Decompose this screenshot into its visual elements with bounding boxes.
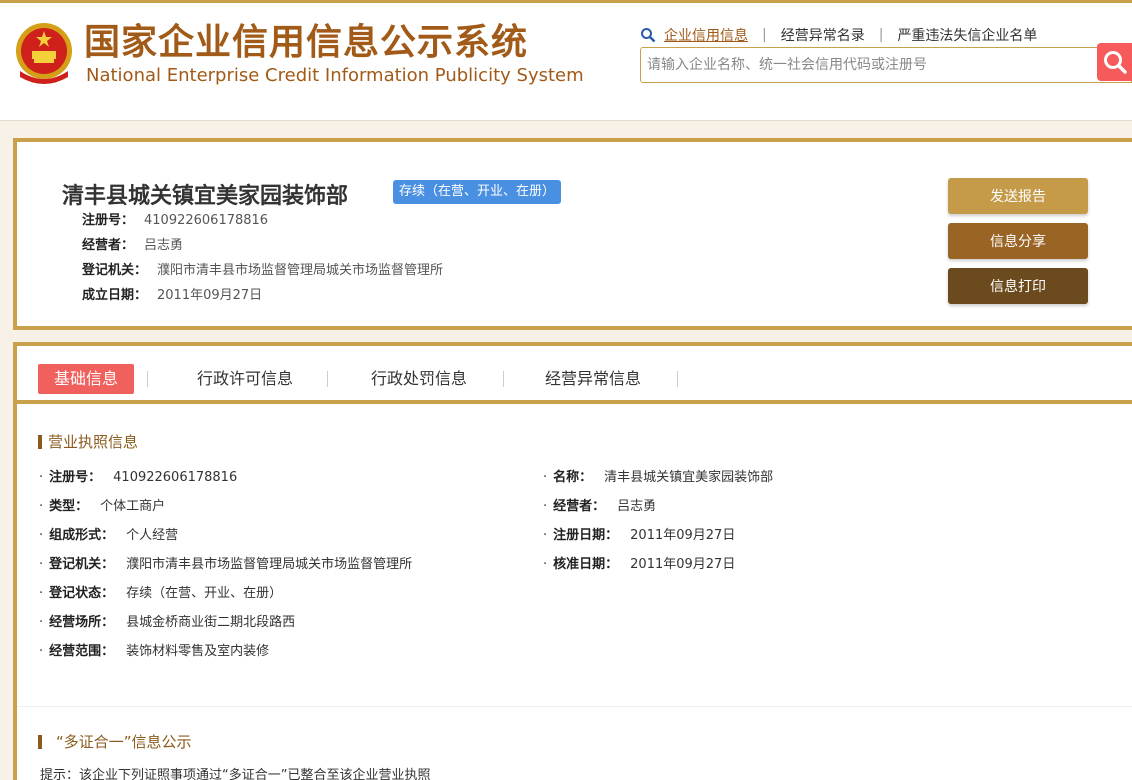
field-value: 410922606178816 [113,470,238,485]
field-value: 装饰材料零售及室内装修 [126,644,270,659]
summary-value: 濮阳市清丰县市场监督管理局城关市场监督管理所 [157,263,444,278]
nav-separator: | [762,27,767,43]
license-field: · 类型： 个体工商户 [39,498,165,516]
section-marker [38,435,42,449]
site-title-cn: 国家企业信用信息公示系统 [84,22,529,63]
bullet: · [39,528,44,543]
bullet: · [39,499,44,514]
license-field: · 登记机关： 濮阳市清丰县市场监督管理局城关市场监督管理所 [39,556,412,574]
header-nav: 企业信用信息 | 经营异常名录 | 严重违法失信企业名单 [640,25,1037,45]
summary-founded: 成立日期： 2011年09月27日 [82,287,262,305]
tab-separator [677,371,678,387]
multi-cert-note: 提示：该企业下列证照事项通过“多证合一”已整合至该企业营业执照 [40,768,431,780]
tab-admin-license[interactable]: 行政许可信息 [197,364,293,394]
field-value: 个体工商户 [100,499,166,514]
field-label: 注册号： [49,470,102,485]
summary-operator: 经营者： 吕志勇 [82,237,183,255]
tab-separator [503,371,504,387]
summary-value: 吕志勇 [144,238,184,253]
license-field: · 登记状态： 存续（在营、开业、在册） [39,585,282,603]
tab-admin-penalty[interactable]: 行政处罚信息 [371,364,467,394]
bullet: · [543,499,548,514]
share-info-button[interactable]: 信息分享 [948,223,1088,259]
field-label: 登记状态： [49,586,115,601]
field-label: 组成形式： [49,528,115,543]
summary-label: 登记机关： [82,263,148,278]
field-label: 核准日期： [553,557,619,572]
search-icon [641,28,656,43]
field-value: 存续（在营、开业、在册） [126,586,283,601]
license-field: · 组成形式： 个人经营 [39,527,178,545]
license-field: · 核准日期： 2011年09月27日 [543,556,735,574]
search-box [640,47,1132,83]
bullet: · [39,557,44,572]
field-value: 吕志勇 [617,499,657,514]
status-badge: 存续（在营、开业、在册） [393,180,562,204]
tab-basic-info[interactable]: 基础信息 [38,364,135,394]
field-label: 名称： [553,470,593,485]
summary-value: 2011年09月27日 [157,288,263,303]
section-divider [17,706,1132,707]
bullet: · [39,586,44,601]
nav-credit-info-link[interactable]: 企业信用信息 [664,25,748,45]
summary-label: 注册号： [82,213,135,228]
field-value: 个人经营 [126,528,179,543]
field-value: 2011年09月27日 [630,557,736,572]
section-marker [38,735,42,749]
bullet: · [39,470,44,485]
tab-abnormal-operation[interactable]: 经营异常信息 [545,364,641,394]
license-field: · 注册日期： 2011年09月27日 [543,527,735,545]
multi-cert-section-title: “多证合一”信息公示 [38,732,192,752]
field-value: 2011年09月27日 [630,528,736,543]
section-title-text: 营业执照信息 [48,433,139,451]
nav-blacklist-link[interactable]: 严重违法失信企业名单 [897,25,1037,45]
company-summary-card: 清丰县城关镇宜美家园装饰部 存续（在营、开业、在册） 注册号： 410922606… [13,138,1132,330]
field-value: 濮阳市清丰县市场监督管理局城关市场监督管理所 [126,557,413,572]
search-input[interactable] [641,48,1097,82]
company-name: 清丰县城关镇宜美家园装饰部 [62,184,349,209]
print-info-button[interactable]: 信息打印 [948,268,1088,304]
field-label: 经营场所： [49,615,115,630]
bullet: · [543,557,548,572]
nav-separator: | [878,27,884,43]
license-section-title: 营业执照信息 [38,432,138,452]
bullet: · [543,528,548,543]
search-button[interactable] [1097,43,1132,81]
tab-separator [147,371,148,387]
license-field: · 名称： 清丰县城关镇宜美家园装饰部 [543,469,773,487]
license-field: · 经营场所： 县城金桥商业街二期北段路西 [39,614,295,632]
send-report-button[interactable]: 发送报告 [948,178,1088,214]
field-label: 经营范围： [49,644,115,659]
national-emblem-icon [16,23,72,84]
bullet: · [39,615,44,630]
bullet: · [39,644,44,659]
license-field: · 经营者： 吕志勇 [543,498,656,516]
tab-separator [327,371,328,387]
search-icon [1103,51,1127,74]
tab-bar: 基础信息 行政许可信息 行政处罚信息 经营异常信息 [17,346,1132,404]
license-field: · 经营范围： 装饰材料零售及室内装修 [39,643,269,661]
field-label: 经营者： [553,499,606,514]
bullet: · [543,470,548,485]
field-label: 注册日期： [553,528,619,543]
section-title-text: “多证合一”信息公示 [56,733,192,751]
summary-reg-no: 注册号： 410922606178816 [82,212,268,230]
field-value: 县城金桥商业街二期北段路西 [126,615,296,630]
license-field: · 注册号： 410922606178816 [39,469,237,487]
site-header: 国家企业信用信息公示系统 National Enterprise Credit … [0,3,1132,121]
detail-panel: 基础信息 行政许可信息 行政处罚信息 经营异常信息 营业执照信息 · 注册号： 41… [13,342,1132,780]
site-title-en: National Enterprise Credit Information P… [86,65,584,86]
field-label: 登记机关： [49,557,115,572]
field-label: 类型： [49,499,89,514]
summary-authority: 登记机关： 濮阳市清丰县市场监督管理局城关市场监督管理所 [82,262,443,280]
summary-label: 成立日期： [82,288,148,303]
nav-abnormal-list-link[interactable]: 经营异常名录 [781,25,865,45]
summary-value: 410922606178816 [144,213,269,228]
summary-label: 经营者： [82,238,135,253]
field-value: 清丰县城关镇宜美家园装饰部 [604,470,774,485]
